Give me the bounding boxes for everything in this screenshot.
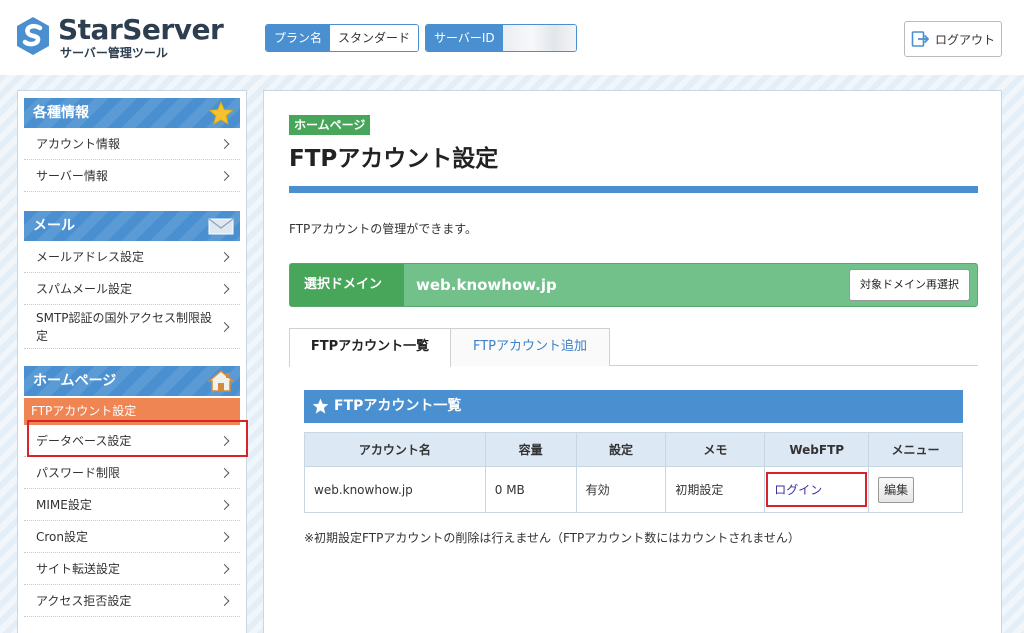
category-badge: ホームページ: [289, 115, 371, 135]
sidebar-section-mail: メール メールアドレス設定 スパムメール設定 SMTP認証の国外アクセス制限設定: [24, 211, 240, 349]
capacity-cell: 0 MB: [484, 466, 577, 513]
webftp-cell: ログイン: [764, 466, 870, 513]
plan-label: プラン名: [266, 25, 331, 51]
logout-icon: [911, 31, 929, 47]
sidebar-item-label: サーバー情報: [36, 169, 108, 183]
house-icon: [208, 370, 234, 392]
sidebar-item-account-info[interactable]: アカウント情報: [24, 128, 240, 160]
plan-chip: プラン名 スタンダード: [265, 24, 419, 52]
column-header: メニュー: [868, 432, 963, 467]
logo-name: StarServer: [58, 13, 224, 46]
page-description: FTPアカウントの管理ができます。: [289, 222, 478, 236]
sidebar-homepage-items: データベース設定 パスワード制限 MIME設定 Cron設定 サイト転送設定 ア…: [24, 425, 240, 617]
logout-label: ログアウト: [934, 32, 995, 47]
tab-ftp-account-list[interactable]: FTPアカウント一覧: [289, 328, 451, 367]
chevron-right-icon: [219, 283, 230, 294]
sidebar-section-title: ホームページ: [24, 366, 240, 396]
account-name-cell: web.knowhow.jp: [304, 466, 486, 513]
mail-icon: [208, 218, 234, 235]
table-header-row: アカウント名 容量 設定 メモ WebFTP メニュー: [304, 432, 963, 467]
sidebar-section-homepage: ホームページ: [24, 366, 240, 396]
chevron-right-icon: [219, 595, 230, 606]
webftp-login-link[interactable]: ログイン: [774, 483, 822, 497]
server-id-label: サーバーID: [426, 25, 503, 51]
deletion-note: ※初期設定FTPアカウントの削除は行えません（FTPアカウント数にはカウントされ…: [304, 531, 800, 545]
sidebar-item-mime[interactable]: MIME設定: [24, 489, 240, 521]
logo-mark-icon: [17, 17, 49, 55]
selected-domain-value: web.knowhow.jp: [416, 276, 557, 294]
column-header: 設定: [575, 432, 667, 467]
chevron-right-icon: [219, 531, 230, 542]
server-id-chip: サーバーID: [425, 24, 577, 52]
ftp-account-table: アカウント名 容量 設定 メモ WebFTP メニュー web.knowhow.…: [304, 432, 963, 513]
sidebar-item-label: データベース設定: [36, 434, 132, 448]
sidebar-item-label: パスワード制限: [36, 466, 121, 480]
chevron-right-icon: [219, 435, 230, 446]
sidebar-item-access-deny[interactable]: アクセス拒否設定: [24, 585, 240, 617]
memo-cell: 初期設定: [665, 466, 766, 513]
sidebar-item-spam-mail[interactable]: スパムメール設定: [24, 273, 240, 305]
sidebar-section-label: 各種情報: [33, 105, 89, 121]
tab-bar: FTPアカウント一覧 FTPアカウント追加: [289, 328, 978, 367]
sidebar-item-site-redirect[interactable]: サイト転送設定: [24, 553, 240, 585]
account-list-heading: FTPアカウント一覧: [304, 390, 963, 423]
sidebar-item-password-restriction[interactable]: パスワード制限: [24, 457, 240, 489]
logo-subtitle: サーバー管理ツール: [60, 46, 168, 60]
menu-cell: 編集: [868, 466, 963, 513]
chevron-right-icon: [219, 321, 230, 332]
server-id-value: [502, 25, 576, 51]
sidebar-item-cron[interactable]: Cron設定: [24, 521, 240, 553]
sidebar-item-label: スパムメール設定: [36, 282, 133, 296]
logout-button[interactable]: ログアウト: [904, 21, 1002, 57]
column-header: メモ: [665, 432, 766, 467]
app-header: StarServer サーバー管理ツール プラン名 スタンダード サーバーID …: [0, 0, 1024, 75]
chevron-right-icon: [219, 138, 230, 149]
main-panel: ホームページ FTPアカウント設定 FTPアカウントの管理ができます。 選択ドメ…: [263, 90, 1002, 633]
sidebar-item-label: FTPアカウント設定: [31, 404, 137, 418]
sidebar-section-label: ホームページ: [33, 373, 117, 389]
page-title: FTPアカウント設定: [289, 146, 499, 172]
sidebar-item-ftp-account[interactable]: FTPアカウント設定: [24, 398, 240, 425]
sidebar-item-label: アカウント情報: [36, 137, 121, 151]
sidebar-section-title: メール: [24, 211, 240, 241]
starserver-logo[interactable]: StarServer サーバー管理ツール: [14, 13, 229, 60]
tab-ftp-account-add[interactable]: FTPアカウント追加: [450, 328, 610, 366]
sidebar-item-label: アクセス拒否設定: [36, 594, 132, 608]
sidebar-item-mail-address[interactable]: メールアドレス設定: [24, 241, 240, 273]
chevron-right-icon: [219, 251, 230, 262]
chevron-right-icon: [219, 467, 230, 478]
sidebar-item-label: SMTP認証の国外アクセス制限設定: [36, 311, 212, 343]
reselect-domain-button[interactable]: 対象ドメイン再選択: [849, 269, 970, 301]
chevron-right-icon: [219, 563, 230, 574]
sidebar-item-label: サイト転送設定: [36, 562, 121, 576]
sidebar-item-label: メールアドレス設定: [36, 250, 145, 264]
table-row: web.knowhow.jp 0 MB 有効 初期設定 ログイン 編集: [304, 466, 963, 513]
sidebar-section-info: 各種情報 アカウント情報 サーバー情報: [24, 98, 240, 192]
chevron-right-icon: [219, 499, 230, 510]
chevron-right-icon: [219, 170, 230, 181]
star-icon: [312, 398, 329, 414]
title-divider: [289, 186, 978, 193]
column-header: WebFTP: [764, 432, 870, 467]
sidebar-section-label: メール: [33, 218, 75, 234]
selected-domain-label: 選択ドメイン: [290, 264, 404, 306]
sidebar-section-title: 各種情報: [24, 98, 240, 128]
sidebar-item-database[interactable]: データベース設定: [24, 425, 240, 457]
column-header: 容量: [484, 432, 577, 467]
column-header: アカウント名: [304, 432, 486, 467]
sidebar-item-label: MIME設定: [36, 498, 92, 512]
plan-value: スタンダード: [330, 25, 418, 51]
sidebar: 各種情報 アカウント情報 サーバー情報 メール メールアドレス設定 スパムメール…: [17, 90, 247, 633]
selected-domain-bar: 選択ドメイン web.knowhow.jp 対象ドメイン再選択: [289, 263, 978, 307]
sidebar-item-smtp-restriction[interactable]: SMTP認証の国外アクセス制限設定: [24, 305, 240, 349]
sidebar-item-server-info[interactable]: サーバー情報: [24, 160, 240, 192]
edit-button[interactable]: 編集: [878, 476, 915, 503]
setting-cell: 有効: [575, 466, 667, 513]
sidebar-item-label: Cron設定: [36, 530, 88, 544]
account-list-title: FTPアカウント一覧: [334, 398, 462, 414]
star-icon: [208, 101, 234, 125]
